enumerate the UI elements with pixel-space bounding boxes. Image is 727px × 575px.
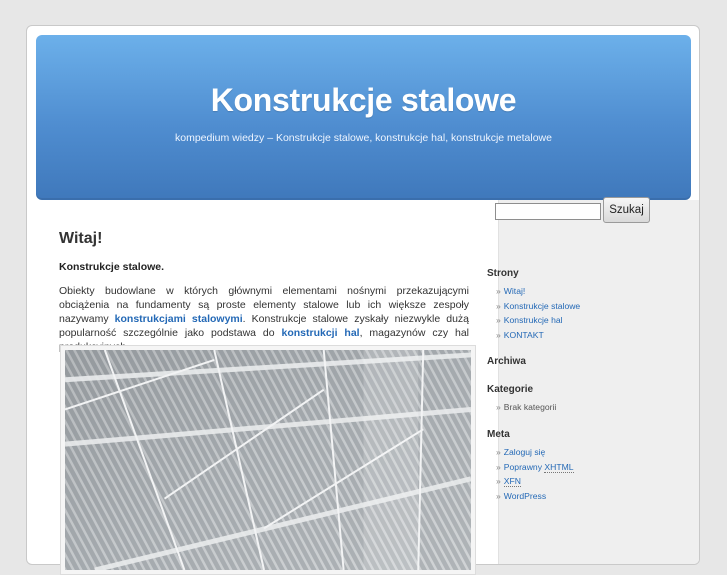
post-intro: Konstrukcje stalowe. — [59, 261, 165, 273]
bullet-icon: » — [496, 490, 501, 501]
pages-list: » Witaj! » Konstrukcje stalowe » Konstrukcj… — [496, 284, 580, 342]
sidebar-heading-strony: Strony — [487, 268, 519, 279]
post-image-frame — [60, 345, 476, 575]
link-konstrukcje-hal[interactable]: konstrukcji hal — [281, 327, 359, 339]
post-title[interactable]: Witaj! — [59, 230, 469, 248]
site-title[interactable]: Konstrukcje stalowe — [36, 82, 691, 119]
bullet-icon: » — [496, 461, 501, 472]
sidebar-item-kontakt[interactable]: KONTAKT — [504, 330, 544, 340]
wordpress-link[interactable]: WordPress — [504, 491, 546, 501]
bullet-icon: » — [496, 286, 501, 296]
category-brak-kategorii: Brak kategorii — [503, 402, 557, 412]
list-item: » XFN — [496, 474, 574, 489]
xhtml-prefix: Poprawny — [503, 461, 545, 472]
categories-list: » Brak kategorii — [496, 400, 556, 415]
list-item: » Witaj! — [496, 284, 580, 299]
search-input[interactable] — [495, 203, 601, 220]
search-button[interactable]: Szukaj — [603, 197, 650, 223]
bullet-icon: » — [496, 476, 501, 486]
site-header: Konstrukcje stalowe kompedium wiedzy – K… — [36, 35, 691, 200]
list-item: » Konstrukcje hal — [496, 313, 580, 328]
sidebar — [498, 200, 699, 564]
xfn-abbr: XFN — [503, 476, 521, 487]
bullet-icon: » — [496, 300, 501, 311]
list-item: » Zaloguj się — [496, 445, 574, 460]
xhtml-abbr: XHTML — [544, 461, 574, 473]
sidebar-heading-kategorie: Kategorie — [487, 384, 534, 395]
list-item: » KONTAKT — [496, 328, 580, 343]
bullet-icon: » — [496, 447, 501, 457]
bullet-icon: » — [496, 315, 501, 325]
sidebar-item-konstrukcje-hal[interactable]: Konstrukcje hal — [504, 315, 563, 325]
login-link[interactable]: Zaloguj się — [504, 447, 546, 457]
bullet-icon: » — [496, 402, 501, 412]
list-item: » WordPress — [496, 489, 574, 504]
list-item: » Konstrukcje stalowe — [496, 299, 580, 314]
post-content: Witaj! Konstrukcje stalowe. Obiekty budo… — [59, 230, 476, 575]
sidebar-heading-meta: Meta — [487, 429, 510, 440]
link-konstrukcje-stalowe[interactable]: konstrukcjami stalowymi — [115, 313, 243, 325]
site-description: kompedium wiedzy – Konstrukcje stalowe, … — [174, 132, 552, 144]
list-item: » Brak kategorii — [496, 400, 556, 415]
list-item: » Poprawny XHTML — [496, 460, 574, 475]
sidebar-heading-archiwa: Archiwa — [487, 356, 526, 367]
bullet-icon: » — [496, 329, 501, 340]
meta-list: » Zaloguj się » Poprawny XHTML » XFN » WordP… — [496, 445, 574, 503]
post-paragraph: Obiekty budowlane w których głównymi ele… — [59, 284, 469, 354]
steel-roof-photo — [65, 350, 471, 570]
sidebar-item-witaj[interactable]: Witaj! — [504, 286, 525, 296]
valid-xhtml-link[interactable]: Poprawny XHTML — [503, 461, 574, 473]
sidebar-item-konstrukcje-stalowe[interactable]: Konstrukcje stalowe — [504, 301, 580, 311]
xfn-link[interactable]: XFN — [503, 476, 521, 487]
